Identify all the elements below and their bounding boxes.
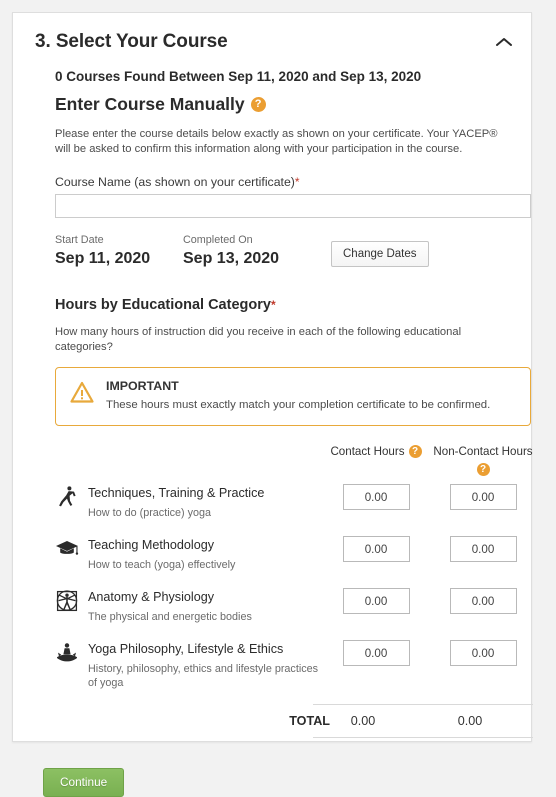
non-contact-hours-label: Non-Contact Hours [433, 445, 533, 458]
non-contact-hours-cell [433, 640, 533, 666]
page-title: 3. Select Your Course [35, 31, 228, 52]
non-contact-hours-input[interactable] [449, 640, 517, 666]
hours-subtitle: How many hours of instruction did you re… [55, 326, 462, 353]
important-label: IMPORTANT [106, 379, 179, 393]
start-date-block: Start Date Sep 11, 2020 [55, 234, 183, 268]
category-text: Anatomy & Physiology The physical and en… [88, 589, 252, 624]
category-text: Teaching Methodology How to teach (yoga)… [88, 537, 235, 572]
course-name-label: Course Name (as shown on your certificat… [55, 175, 509, 189]
total-label: TOTAL [289, 713, 330, 728]
important-notice: IMPORTANT These hours must exactly match… [55, 367, 531, 426]
important-description: These hours must exactly match your comp… [106, 399, 491, 411]
category-name: Techniques, Training & Practice [88, 486, 265, 500]
course-name-label-text: Course Name (as shown on your certificat… [55, 175, 295, 189]
contact-hours-input[interactable] [342, 588, 410, 614]
courses-found-text: 0 Courses Found Between Sep 11, 2020 and… [55, 69, 422, 84]
non-contact-hours-cell [433, 588, 533, 614]
hours-by-category-heading: Hours by Educational Category* [55, 296, 509, 314]
chevron-up-icon[interactable] [491, 31, 517, 53]
chevron-up-glyph [496, 38, 512, 46]
required-asterisk: * [294, 175, 300, 189]
graduation-cap-icon [56, 541, 79, 555]
completed-on-block: Completed On Sep 13, 2020 [183, 234, 311, 268]
contact-hours-label: Contact Hours [330, 445, 405, 458]
select-course-card: 3. Select Your Course 0 Courses Found Be… [12, 12, 533, 797]
continue-button[interactable]: Continue [43, 768, 125, 797]
non-contact-hours-input[interactable] [449, 484, 517, 510]
category-hour-inputs [326, 484, 533, 510]
non-contact-hours-input[interactable] [449, 588, 517, 614]
category-text: Yoga Philosophy, Lifestyle & Ethics Hist… [88, 641, 326, 690]
category-info: Teaching Methodology How to teach (yoga)… [55, 536, 326, 572]
category-hour-inputs [326, 588, 533, 614]
total-non-contact-hours: 0.00 [457, 714, 483, 728]
table-row: Anatomy & Physiology The physical and en… [55, 588, 533, 632]
intro-paragraph: Please enter the course details below ex… [55, 128, 498, 155]
contact-hours-header: Contact Hours ? [326, 444, 426, 476]
category-name: Yoga Philosophy, Lifestyle & Ethics [88, 642, 284, 656]
non-contact-hours-input[interactable] [449, 536, 517, 562]
important-text-wrap: IMPORTANT These hours must exactly match… [106, 379, 490, 413]
course-name-input[interactable] [55, 194, 531, 218]
required-asterisk: * [270, 298, 276, 312]
hours-column-headers: Contact Hours ? Non-Contact Hours ? [55, 444, 533, 476]
help-icon[interactable]: ? [476, 463, 490, 476]
page-background: 3. Select Your Course 0 Courses Found Be… [0, 0, 556, 797]
vitruvian-man-icon [56, 590, 78, 612]
contact-hours-input[interactable] [342, 536, 410, 562]
yoga-warrior-pose-icon [59, 486, 76, 507]
non-contact-hours-cell [433, 484, 533, 510]
start-date-label: Start Date [55, 234, 104, 246]
category-name: Anatomy & Physiology [88, 590, 214, 604]
hours-table: Contact Hours ? Non-Contact Hours ? Tech… [55, 444, 533, 738]
category-description: How to teach (yoga) effectively [88, 559, 236, 571]
card-body: 0 Courses Found Between Sep 11, 2020 and… [13, 69, 533, 797]
help-icon[interactable]: ? [408, 445, 422, 458]
completed-on-label: Completed On [183, 234, 253, 246]
totals-row: 0.00 0.00 [313, 704, 533, 738]
table-row: Techniques, Training & Practice How to d… [55, 484, 533, 528]
contact-hours-input[interactable] [342, 640, 410, 666]
category-info: Anatomy & Physiology The physical and en… [55, 588, 326, 624]
contact-hours-input[interactable] [342, 484, 410, 510]
change-dates-button[interactable]: Change Dates [331, 241, 429, 267]
category-description: The physical and energetic bodies [88, 611, 252, 623]
enter-course-manually-label: Enter Course Manually [55, 94, 245, 114]
category-info: Yoga Philosophy, Lifestyle & Ethics Hist… [55, 640, 326, 690]
enter-course-manually-heading: Enter Course Manually ? [55, 93, 509, 115]
hours-by-category-label: Hours by Educational Category [55, 297, 271, 313]
non-contact-hours-cell [433, 536, 533, 562]
non-contact-hours-header-wrap: Non-Contact Hours ? [433, 444, 533, 476]
card-header: 3. Select Your Course [13, 13, 531, 53]
lotus-meditation-icon [57, 643, 77, 662]
contact-hours-header-wrap: Contact Hours ? [330, 444, 422, 459]
contact-hours-cell [326, 484, 426, 510]
help-icon[interactable]: ? [250, 96, 266, 112]
dates-row: Start Date Sep 11, 2020 Completed On Sep… [55, 234, 509, 268]
warning-triangle-icon [70, 381, 94, 403]
category-description: History, philosophy, ethics and lifestyl… [88, 663, 319, 689]
table-row: Yoga Philosophy, Lifestyle & Ethics Hist… [55, 640, 533, 690]
category-text: Techniques, Training & Practice How to d… [88, 485, 264, 520]
category-description: How to do (practice) yoga [88, 507, 212, 519]
category-info: Techniques, Training & Practice How to d… [55, 484, 326, 520]
category-hour-inputs [326, 640, 533, 666]
table-row: Teaching Methodology How to teach (yoga)… [55, 536, 533, 580]
start-date-value: Sep 11, 2020 [55, 250, 151, 267]
category-name: Teaching Methodology [88, 538, 215, 552]
contact-hours-cell [326, 536, 426, 562]
contact-hours-cell [326, 588, 426, 614]
completed-on-value: Sep 13, 2020 [183, 250, 280, 267]
non-contact-hours-header: Non-Contact Hours ? [433, 444, 533, 476]
contact-hours-cell [326, 640, 426, 666]
category-hour-inputs [326, 536, 533, 562]
